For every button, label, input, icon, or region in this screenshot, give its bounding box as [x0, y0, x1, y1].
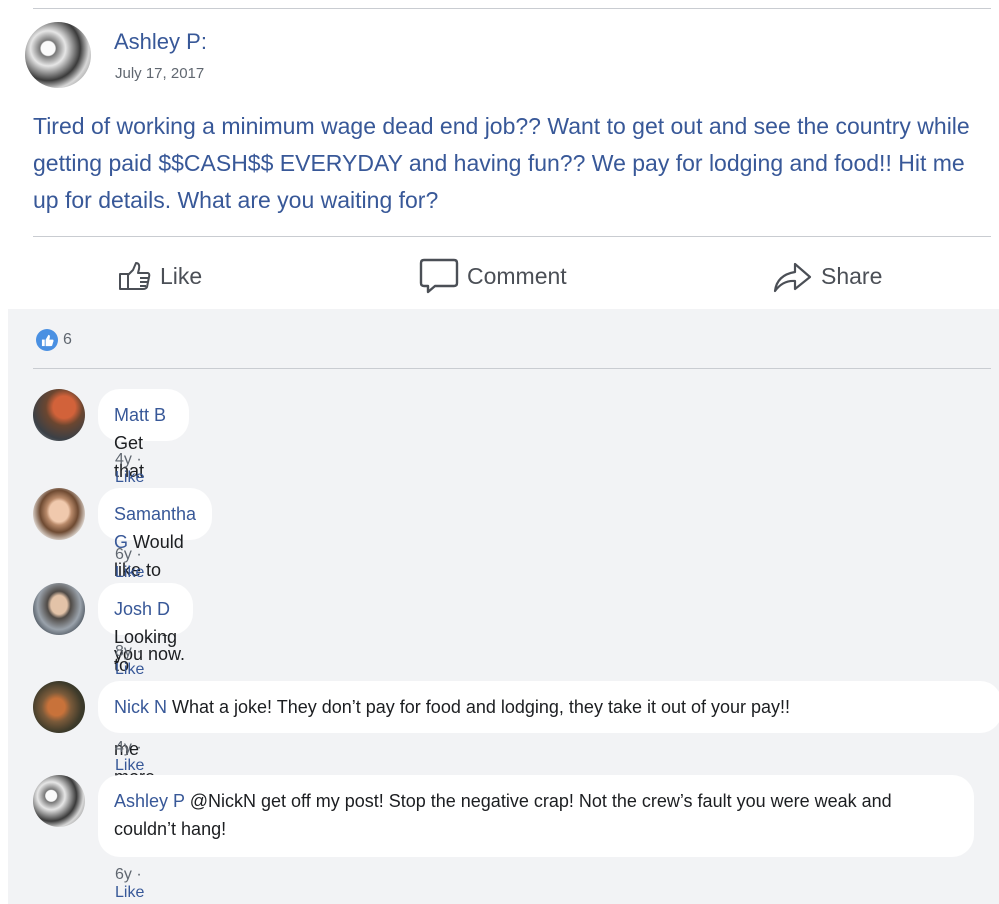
- commenter-name[interactable]: Matt B: [114, 405, 166, 425]
- comment-meta: 4y · Like: [115, 739, 144, 775]
- comment-age[interactable]: 8y: [115, 643, 132, 660]
- post-actions-bar: Like Comment Share: [0, 250, 999, 302]
- reaction-summary[interactable]: 6: [36, 329, 72, 351]
- meta-separator: ·: [131, 643, 142, 660]
- comment-meta: 6y · Like: [115, 546, 144, 582]
- avatar[interactable]: [33, 389, 85, 441]
- comment-button[interactable]: Comment: [419, 250, 567, 302]
- post-divider: [33, 236, 991, 237]
- post-author-name[interactable]: Ashley P:: [114, 29, 207, 55]
- avatar[interactable]: [33, 488, 85, 540]
- comment-like-link[interactable]: Like: [115, 564, 144, 581]
- comments-panel: 6 Matt B Get that money! 4y · Like Saman…: [8, 309, 999, 904]
- comment-age[interactable]: 4y: [115, 739, 132, 756]
- comment-button-label: Comment: [467, 262, 567, 289]
- comment-like-link[interactable]: Like: [115, 884, 144, 901]
- post-text: Tired of working a minimum wage dead end…: [33, 113, 970, 213]
- avatar[interactable]: [33, 775, 85, 827]
- meta-separator: ·: [131, 451, 142, 468]
- thumbs-up-icon: [36, 329, 58, 351]
- comment-meta: 4y · Like: [115, 451, 144, 487]
- like-button[interactable]: Like: [118, 250, 202, 302]
- commenter-name[interactable]: Josh D: [114, 599, 170, 619]
- comment-bubble: Nick N What a joke! They don’t pay for f…: [98, 681, 999, 733]
- meta-separator: ·: [131, 546, 142, 563]
- comment-bubble: Ashley P @NickN get off my post! Stop th…: [98, 775, 974, 857]
- share-button[interactable]: Share: [773, 250, 882, 302]
- avatar[interactable]: [33, 583, 85, 635]
- comment-bubble: Samantha G Would like to apply. DM’ing y…: [98, 488, 213, 664]
- meta-separator: ·: [131, 739, 142, 756]
- comment-like-link[interactable]: Like: [115, 757, 144, 774]
- comment-bubble: Matt B Get that money!: [98, 389, 190, 509]
- post-date[interactable]: July 17, 2017: [115, 65, 204, 82]
- meta-separator: ·: [131, 866, 142, 883]
- comment-meta: 8y · Like: [115, 643, 144, 679]
- comment-like-link[interactable]: Like: [115, 661, 144, 678]
- share-icon: [773, 262, 812, 293]
- like-button-label: Like: [160, 262, 203, 289]
- commenter-name[interactable]: Ashley P: [114, 791, 185, 811]
- author-avatar[interactable]: [25, 22, 91, 88]
- thumbs-up-icon: [119, 262, 151, 290]
- top-divider: [33, 8, 991, 9]
- comment-meta: 6y · Like: [115, 866, 144, 902]
- comment-text: @NickN get off my post! Stop the negativ…: [114, 791, 892, 839]
- comment-text: What a joke! They don’t pay for food and…: [167, 697, 791, 717]
- reaction-count: 6: [63, 331, 72, 348]
- comment-age[interactable]: 4y: [115, 451, 132, 468]
- reactions-divider: [33, 368, 991, 369]
- comment-age[interactable]: 6y: [115, 546, 132, 563]
- comment-bubble: Josh D Looking to apply! Send me more in…: [98, 583, 194, 815]
- comment-like-link[interactable]: Like: [115, 469, 144, 486]
- commenter-name[interactable]: Nick N: [114, 697, 167, 717]
- comment-icon: [419, 258, 459, 294]
- avatar[interactable]: [33, 681, 85, 733]
- share-button-label: Share: [821, 262, 883, 289]
- comment-age[interactable]: 6y: [115, 866, 132, 883]
